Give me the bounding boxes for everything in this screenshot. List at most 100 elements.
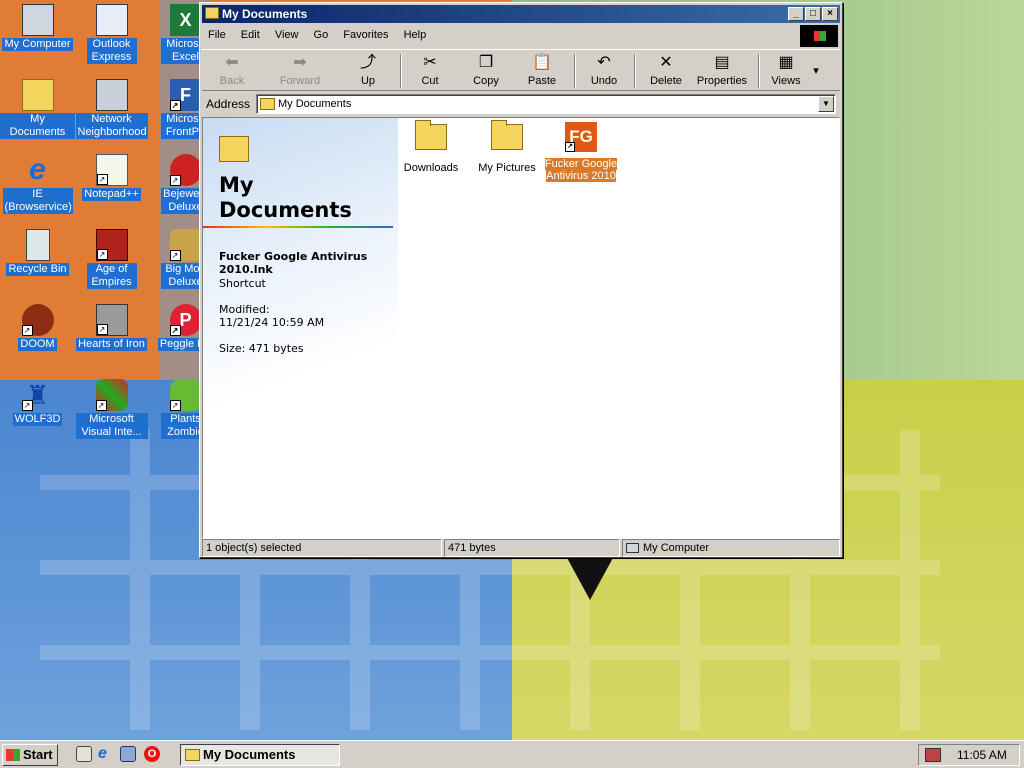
file-item-antivirus-shortcut[interactable]: FG ↗ Fucker Google Antivirus 2010 — [543, 122, 619, 182]
start-label: Start — [23, 747, 53, 762]
notepad-icon: ↗ — [95, 154, 128, 186]
recycle-bin-icon — [25, 229, 50, 261]
internet-explorer-icon[interactable]: e — [98, 746, 114, 762]
file-item-label: Downloads — [403, 162, 459, 174]
file-item-downloads[interactable]: Downloads — [393, 120, 469, 174]
excel-icon: X — [169, 4, 202, 36]
toolbar-separator — [574, 54, 576, 88]
undo-icon: ↶ — [597, 54, 611, 71]
folder-icon — [260, 98, 275, 110]
desktop-icon-hearts-of-iron[interactable]: ↗ Hearts of Iron — [74, 304, 149, 351]
window-title: My Documents — [222, 7, 308, 21]
window-titlebar[interactable]: My Documents _ □ × — [202, 5, 840, 23]
desktop-icon-age-of-empires[interactable]: ↗ Age of Empires — [74, 229, 149, 289]
folder-icon — [491, 120, 523, 150]
system-tray: 11:05 AM — [918, 744, 1020, 766]
peggle-icon: P ↗ — [169, 304, 202, 336]
desktop-icon-doom[interactable]: ↗ DOOM — [0, 304, 75, 351]
minimize-button[interactable]: _ — [788, 7, 804, 21]
desktop-icon-label: DOOM — [18, 338, 57, 351]
menu-bar: File Edit View Go Favorites Help — [202, 26, 840, 46]
copy-button[interactable]: ❐ Copy — [460, 54, 512, 87]
folder-icon — [21, 79, 54, 111]
close-button[interactable]: × — [822, 7, 838, 21]
views-button[interactable]: ▦ Views — [760, 54, 812, 87]
desktop-icon-label: My Computer — [2, 38, 73, 51]
desktop-icon-label: My Documents — [0, 113, 75, 139]
file-item-label: My Pictures — [478, 162, 536, 174]
desktop-icon-my-computer[interactable]: My Computer — [0, 4, 75, 51]
desktop-icon-label: Microsoft Visual Inte... — [75, 413, 148, 439]
properties-icon: ▤ — [714, 54, 730, 71]
delete-x-icon: ✕ — [659, 54, 673, 71]
tray-app-icon[interactable] — [925, 748, 941, 762]
desktop-icon-label: Outlook Express — [86, 38, 137, 64]
selected-file-type: Shortcut — [219, 277, 266, 290]
paste-icon: 📋 — [532, 54, 552, 71]
desktop-icon-network-neighborhood[interactable]: Network Neighborhood — [74, 79, 149, 139]
menu-view[interactable]: View — [269, 26, 305, 44]
maximize-button[interactable]: □ — [805, 7, 821, 21]
toolbar: ⬅ Back ➡ Forward ⤴ Up ✂ Cut ❐ Copy 📋 Pas… — [202, 49, 840, 91]
file-item-label: Fucker Google Antivirus 2010 — [544, 158, 618, 182]
desktop-icon-visual-interdev[interactable]: ↗ Microsoft Visual Inte... — [74, 379, 149, 439]
windows-logo-icon — [6, 749, 20, 761]
desktop-icon-notepad-plus-plus[interactable]: ↗ Notepad++ — [74, 154, 149, 201]
status-size: 471 bytes — [444, 539, 620, 557]
selected-file-name: Fucker Google Antivirus 2010.lnk — [219, 250, 368, 276]
desktop-icon-recycle-bin[interactable]: Recycle Bin — [0, 229, 75, 276]
desktop-icon-label: Notepad++ — [82, 188, 141, 201]
desktop-icon-label: Recycle Bin — [6, 263, 69, 276]
webview-divider — [203, 226, 393, 228]
desktop-icon-ie[interactable]: e IE (Browservice) — [0, 154, 75, 214]
address-dropdown-arrow-icon[interactable]: ▼ — [818, 96, 834, 112]
address-field[interactable]: My Documents ▼ — [256, 94, 836, 114]
forward-label: Forward — [279, 75, 321, 87]
delete-label: Delete — [650, 75, 682, 87]
status-zone-label: My Computer — [643, 542, 710, 554]
show-desktop-icon[interactable] — [76, 746, 92, 762]
menu-help[interactable]: Help — [398, 26, 433, 44]
properties-button[interactable]: ▤ Properties — [692, 54, 752, 87]
back-button[interactable]: ⬅ Back — [206, 54, 258, 87]
menu-edit[interactable]: Edit — [235, 26, 266, 44]
views-grid-icon: ▦ — [778, 54, 794, 71]
views-label: Views — [771, 75, 801, 87]
taskbar-button-my-documents[interactable]: My Documents — [180, 744, 340, 766]
desktop-icon-outlook-express[interactable]: Outlook Express — [74, 4, 149, 64]
toolbar-separator — [400, 54, 402, 88]
toolbar-separator — [634, 54, 636, 88]
desktop-icon-wolf3d[interactable]: ♜ ↗ WOLF3D — [0, 379, 75, 426]
copy-icon: ❐ — [478, 54, 494, 71]
opera-icon[interactable]: O — [144, 746, 160, 762]
clock[interactable]: 11:05 AM — [957, 745, 1007, 765]
status-zone: My Computer — [622, 539, 840, 557]
hearts-of-iron-icon: ↗ — [95, 304, 128, 336]
menu-favorites[interactable]: Favorites — [337, 26, 394, 44]
copy-label: Copy — [473, 75, 499, 87]
forward-button[interactable]: ➡ Forward — [274, 54, 326, 87]
webview-panel: My Documents Fucker Google Antivirus 201… — [203, 118, 398, 538]
status-selection: 1 object(s) selected — [202, 539, 442, 557]
outlook-icon[interactable] — [120, 746, 136, 762]
cut-button[interactable]: ✂ Cut — [404, 54, 456, 87]
desktop-icon-my-documents[interactable]: My Documents — [0, 79, 75, 139]
menu-file[interactable]: File — [202, 26, 232, 44]
start-button[interactable]: Start — [2, 744, 58, 766]
file-size: Size: 471 bytes — [219, 342, 304, 355]
up-button[interactable]: ⤴ Up — [342, 54, 394, 87]
desktop-icon-label: IE (Browservice) — [2, 188, 73, 214]
up-label: Up — [360, 75, 376, 87]
desktop-icon-label: WOLF3D — [12, 413, 63, 426]
folder-content[interactable]: My Documents Fucker Google Antivirus 201… — [202, 117, 840, 539]
views-dropdown-arrow-icon[interactable]: ▾ — [806, 64, 826, 77]
undo-button[interactable]: ↶ Undo — [578, 54, 630, 87]
outlook-express-icon — [95, 4, 128, 36]
paste-button[interactable]: 📋 Paste — [516, 54, 568, 87]
menu-go[interactable]: Go — [308, 26, 335, 44]
properties-label: Properties — [696, 75, 748, 87]
webview-title-line1: My — [219, 173, 254, 197]
file-item-my-pictures[interactable]: My Pictures — [469, 120, 545, 174]
scissors-icon: ✂ — [423, 54, 437, 71]
delete-button[interactable]: ✕ Delete — [640, 54, 692, 87]
